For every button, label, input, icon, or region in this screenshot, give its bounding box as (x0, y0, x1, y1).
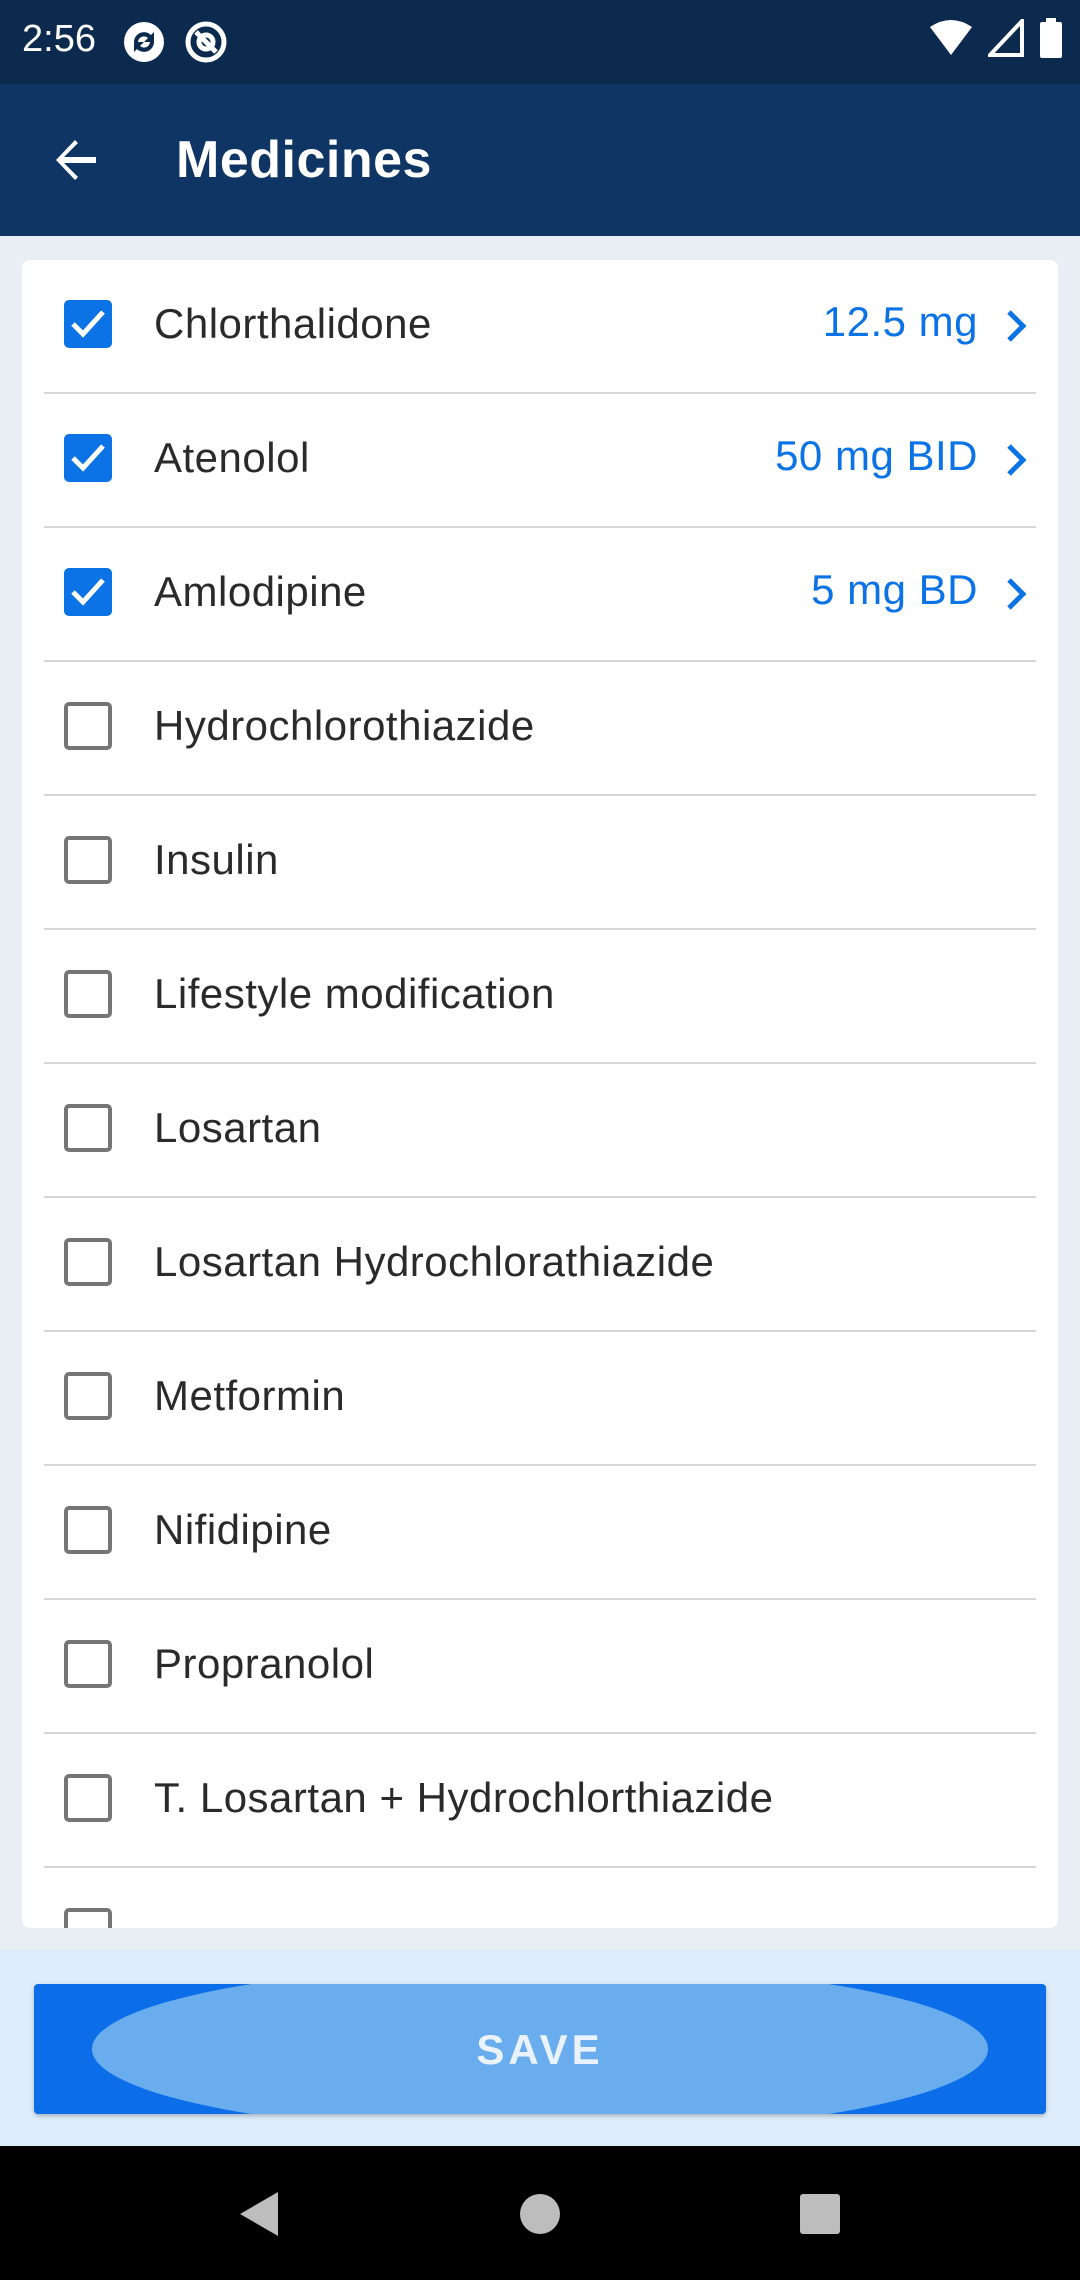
checkbox[interactable] (64, 1238, 112, 1286)
checkbox[interactable] (64, 970, 112, 1018)
sync-icon (122, 20, 166, 64)
back-button[interactable] (40, 124, 112, 196)
checkbox-checked[interactable] (64, 434, 112, 482)
cell-signal-icon (985, 15, 1024, 62)
save-button-label: SAVE (476, 2026, 604, 2073)
medicine-name: Insulin (154, 836, 279, 883)
checkbox-checked[interactable] (64, 568, 112, 616)
medicine-row[interactable]: Nifidipine (44, 1466, 1036, 1600)
medicine-row[interactable]: Hydrochlorothiazide (44, 662, 1036, 796)
checkmark-icon (71, 444, 105, 472)
page-title: Medicines (176, 131, 432, 189)
at-sign-icon (184, 20, 228, 64)
medicine-row[interactable]: Atenolol 50 mg BID (44, 394, 1036, 528)
medicine-name: Lifestyle modification (154, 970, 555, 1017)
checkbox[interactable] (64, 1774, 112, 1822)
arrow-left-icon (56, 140, 96, 180)
medicine-row[interactable]: Metformin (44, 1332, 1036, 1466)
medicine-name: Amlodipine (154, 568, 367, 615)
checkmark-icon (71, 310, 105, 338)
checkmark-icon (71, 578, 105, 606)
medicine-dose[interactable]: 5 mg BD (811, 566, 978, 614)
medicine-name: Hydrochlorothiazide (154, 702, 535, 749)
status-time: 2:56 (22, 18, 96, 60)
medicine-row[interactable]: Propranolol (44, 1600, 1036, 1734)
chevron-right-icon[interactable] (996, 306, 1036, 346)
medicine-name: T. Losartan + Hydrochlorthiazide (154, 1774, 774, 1821)
wifi-icon (930, 19, 972, 62)
checkbox-checked[interactable] (64, 300, 112, 348)
medicine-name: Nifidipine (154, 1506, 332, 1553)
status-indicators (930, 15, 1062, 63)
medicine-name: Losartan Hydrochlorathiazide (154, 1238, 715, 1285)
checkbox[interactable] (64, 702, 112, 750)
app-toolbar: Medicines (0, 84, 1080, 236)
medicine-row[interactable]: Lifestyle modification (44, 930, 1036, 1064)
save-area: SAVE (0, 1950, 1080, 2146)
medicine-row[interactable]: Chlorthalidone 12.5 mg (44, 260, 1036, 394)
medicine-row[interactable]: Losartan Hydrochlorathiazide (44, 1198, 1036, 1332)
nav-back-icon[interactable] (232, 2186, 288, 2242)
nav-home-icon[interactable] (512, 2186, 568, 2242)
medicine-name: Metformin (154, 1372, 346, 1419)
save-button[interactable]: SAVE (34, 1984, 1046, 2114)
battery-icon (1040, 18, 1062, 63)
checkbox[interactable] (64, 1640, 112, 1688)
medicine-dose[interactable]: 12.5 mg (823, 298, 978, 346)
medicine-row[interactable]: T. Losartan + Hydrochlorthiazide (44, 1734, 1036, 1868)
medicine-row[interactable]: Insulin (44, 796, 1036, 930)
medicine-name: Propranolol (154, 1640, 375, 1687)
medicine-row[interactable]: Losartan (44, 1064, 1036, 1198)
checkbox[interactable] (64, 1908, 112, 1928)
checkbox[interactable] (64, 836, 112, 884)
checkbox[interactable] (64, 1506, 112, 1554)
medicine-row[interactable]: Amlodipine 5 mg BD (44, 528, 1036, 662)
nav-recents-icon[interactable] (792, 2186, 848, 2242)
medicines-list: Chlorthalidone 12.5 mg Atenolol 50 mg BID Am… (22, 260, 1058, 1928)
medicine-name: Chlorthalidone (154, 300, 432, 347)
checkbox[interactable] (64, 1372, 112, 1420)
medicine-name: Atenolol (154, 434, 310, 481)
chevron-right-icon[interactable] (996, 440, 1036, 480)
checkbox[interactable] (64, 1104, 112, 1152)
medicine-name: Losartan (154, 1104, 322, 1151)
status-bar: 2:56 (0, 0, 1080, 84)
list-item-partial (44, 1868, 1036, 1928)
medicine-dose[interactable]: 50 mg BID (775, 432, 978, 480)
chevron-right-icon[interactable] (996, 574, 1036, 614)
system-nav-bar (0, 2146, 1080, 2280)
